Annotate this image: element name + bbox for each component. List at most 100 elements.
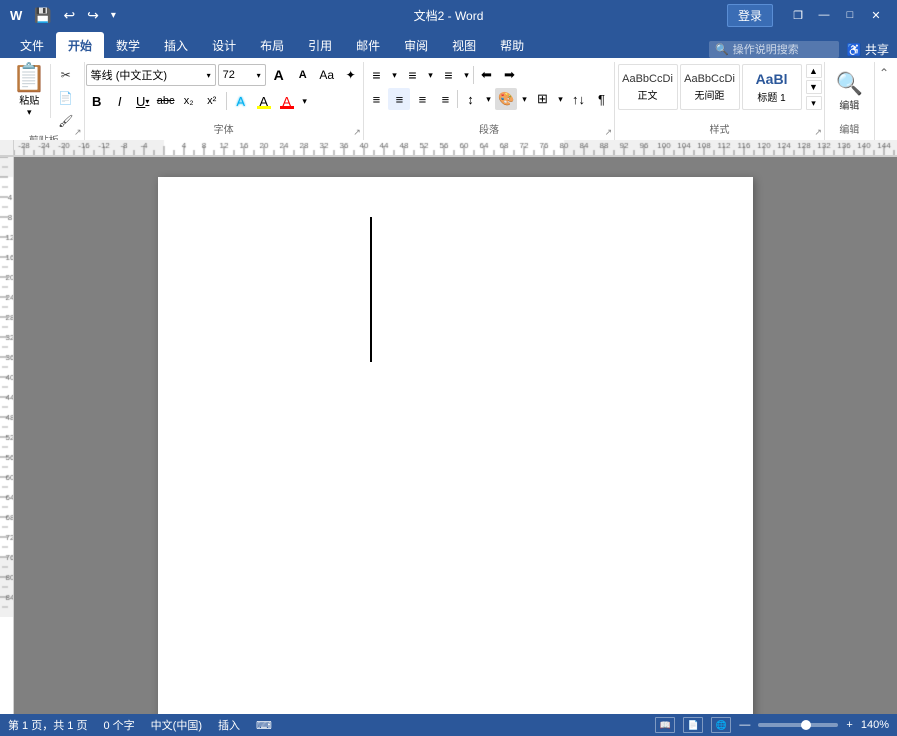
read-mode-button[interactable]: 📖 bbox=[655, 717, 675, 733]
restore-button[interactable]: ❐ bbox=[785, 4, 811, 26]
align-right-button[interactable]: ≡ bbox=[411, 88, 433, 110]
borders-dropdown[interactable]: ▾ bbox=[554, 88, 566, 110]
web-layout-button[interactable]: 🌐 bbox=[711, 717, 731, 733]
word-count: 0 个字 bbox=[103, 717, 134, 733]
font-label: 字体 ↗ bbox=[214, 121, 234, 138]
style-scroll-up[interactable]: ▲ bbox=[806, 64, 822, 78]
show-formatting-button[interactable]: ¶ bbox=[590, 88, 612, 110]
font-color-dropdown[interactable]: ▾ bbox=[299, 90, 311, 112]
numbered-list-button[interactable]: ≡ bbox=[401, 64, 423, 86]
styles-group-content: AaBbCcDi 正文 AaBbCcDi 无间距 AaBl 标题 1 ▲ ▼ bbox=[618, 64, 822, 121]
align-center-button[interactable]: ≡ bbox=[388, 88, 410, 110]
font-size-increase-button[interactable]: A bbox=[268, 64, 290, 86]
clipboard-group-content: 📋 粘贴 ▾ ✂ 📄 🖌 bbox=[9, 64, 79, 132]
tab-insert[interactable]: 插入 bbox=[152, 32, 200, 58]
maximize-button[interactable]: □ bbox=[837, 4, 863, 26]
text-effect-button[interactable]: A bbox=[230, 90, 252, 112]
tab-references[interactable]: 引用 bbox=[296, 32, 344, 58]
paragraph-expand[interactable]: ↗ bbox=[605, 127, 613, 138]
cut-button[interactable]: ✂ bbox=[53, 64, 79, 86]
highlight-color-button[interactable]: A bbox=[253, 90, 275, 112]
font-size-selector[interactable]: 72 ▾ bbox=[218, 64, 266, 86]
login-button[interactable]: 登录 bbox=[727, 4, 773, 27]
style-items: AaBbCcDi 正文 AaBbCcDi 无间距 AaBl 标题 1 bbox=[618, 64, 802, 110]
search-input[interactable] bbox=[733, 44, 833, 56]
italic-button[interactable]: I bbox=[109, 90, 131, 112]
zoom-slider[interactable] bbox=[758, 723, 838, 727]
ribbon-collapse-btn[interactable]: ⌃ bbox=[875, 62, 893, 140]
bullet-list-button[interactable]: ≡ bbox=[365, 64, 387, 86]
font-size-dropdown[interactable]: ▾ bbox=[257, 71, 261, 80]
underline-button[interactable]: U ▾ bbox=[132, 90, 154, 112]
style-scroll-down[interactable]: ▼ bbox=[806, 80, 822, 94]
copy-button[interactable]: 📄 bbox=[53, 87, 79, 109]
bullet-list-dropdown[interactable]: ▾ bbox=[388, 64, 400, 86]
shading-dropdown[interactable]: ▾ bbox=[518, 88, 530, 110]
shading-button[interactable]: 🎨 bbox=[495, 88, 517, 110]
zoom-level[interactable]: 140% bbox=[861, 719, 889, 731]
paste-label: 粘贴 bbox=[19, 92, 39, 107]
justify-button[interactable]: ≡ bbox=[434, 88, 456, 110]
quick-access-toolbar: 💾 ↩ ↪ ▾ bbox=[30, 5, 120, 26]
styles-expand[interactable]: ↗ bbox=[814, 127, 822, 138]
font-expand[interactable]: ↗ bbox=[353, 127, 361, 138]
keyboard-icon: ⌨ bbox=[256, 719, 272, 732]
close-button[interactable]: ✕ bbox=[863, 4, 889, 26]
customize-quick-btn[interactable]: ▾ bbox=[107, 8, 120, 23]
zoom-plus[interactable]: + bbox=[846, 719, 852, 731]
style-more-button[interactable]: ▾ bbox=[806, 96, 822, 110]
tab-mailings[interactable]: 邮件 bbox=[344, 32, 392, 58]
clear-format-button[interactable]: ✦ bbox=[340, 64, 362, 86]
clipboard-expand[interactable]: ↗ bbox=[74, 127, 82, 138]
numbered-list-dropdown[interactable]: ▾ bbox=[424, 64, 436, 86]
tab-view[interactable]: 视图 bbox=[440, 32, 488, 58]
strikethrough-button[interactable]: abc bbox=[155, 90, 177, 112]
font-name-dropdown[interactable]: ▾ bbox=[207, 71, 211, 80]
superscript-button[interactable]: x² bbox=[201, 90, 223, 112]
font-size-decrease-button[interactable]: A bbox=[292, 64, 314, 86]
search-icon: 🔍 bbox=[715, 43, 729, 56]
tab-math[interactable]: 数学 bbox=[104, 32, 152, 58]
minimize-button[interactable]: — bbox=[811, 4, 837, 26]
font-name-selector[interactable]: 等线 (中文正文) ▾ bbox=[86, 64, 216, 86]
style-normal-preview: AaBbCcDi bbox=[622, 73, 673, 85]
change-case-button[interactable]: Aa bbox=[316, 64, 338, 86]
line-spacing-button[interactable]: ↕ bbox=[459, 88, 481, 110]
style-no-spacing[interactable]: AaBbCcDi 无间距 bbox=[680, 64, 740, 110]
line-spacing-dropdown[interactable]: ▾ bbox=[482, 88, 494, 110]
word-icon: W bbox=[8, 6, 26, 24]
multilevel-list-button[interactable]: ≡ bbox=[437, 64, 459, 86]
multilevel-list-dropdown[interactable]: ▾ bbox=[460, 64, 472, 86]
tab-file[interactable]: 文件 bbox=[8, 32, 56, 58]
sort-button[interactable]: ↑↓ bbox=[567, 88, 589, 110]
subscript-button[interactable]: x₂ bbox=[178, 90, 200, 112]
share-button[interactable]: ♿ 共享 bbox=[847, 41, 889, 58]
document-page[interactable] bbox=[158, 177, 753, 714]
tab-help[interactable]: 帮助 bbox=[488, 32, 536, 58]
zoom-minus[interactable]: — bbox=[739, 719, 750, 731]
align-left-button[interactable]: ≡ bbox=[365, 88, 387, 110]
style-heading1[interactable]: AaBl 标题 1 bbox=[742, 64, 802, 110]
tab-design[interactable]: 设计 bbox=[200, 32, 248, 58]
tab-layout[interactable]: 布局 bbox=[248, 32, 296, 58]
redo-quick-btn[interactable]: ↪ bbox=[83, 5, 103, 26]
tab-review[interactable]: 审阅 bbox=[392, 32, 440, 58]
edit-mode: 插入 bbox=[218, 717, 240, 733]
page-info: 第 1 页，共 1 页 bbox=[8, 717, 87, 733]
increase-indent-button[interactable]: ➡ bbox=[498, 64, 520, 86]
save-quick-btn[interactable]: 💾 bbox=[30, 5, 55, 26]
tab-home[interactable]: 开始 bbox=[56, 32, 104, 58]
font-color-button[interactable]: A bbox=[276, 90, 298, 112]
decrease-indent-button[interactable]: ⬅ bbox=[475, 64, 497, 86]
editing-button[interactable]: 🔍 编辑 bbox=[832, 64, 867, 118]
font-group-content: 等线 (中文正文) ▾ 72 ▾ A A Aa ✦ B I U ▾ bbox=[86, 64, 362, 121]
document-area[interactable] bbox=[14, 157, 897, 714]
paste-dropdown[interactable]: ▾ bbox=[27, 107, 32, 118]
paste-button[interactable]: 📋 粘贴 ▾ bbox=[9, 64, 51, 118]
print-layout-button[interactable]: 📄 bbox=[683, 717, 703, 733]
bold-button[interactable]: B bbox=[86, 90, 108, 112]
search-box[interactable]: 🔍 bbox=[709, 41, 839, 58]
style-normal[interactable]: AaBbCcDi 正文 bbox=[618, 64, 678, 110]
undo-quick-btn[interactable]: ↩ bbox=[59, 5, 79, 26]
borders-button[interactable]: ⊞ bbox=[531, 88, 553, 110]
